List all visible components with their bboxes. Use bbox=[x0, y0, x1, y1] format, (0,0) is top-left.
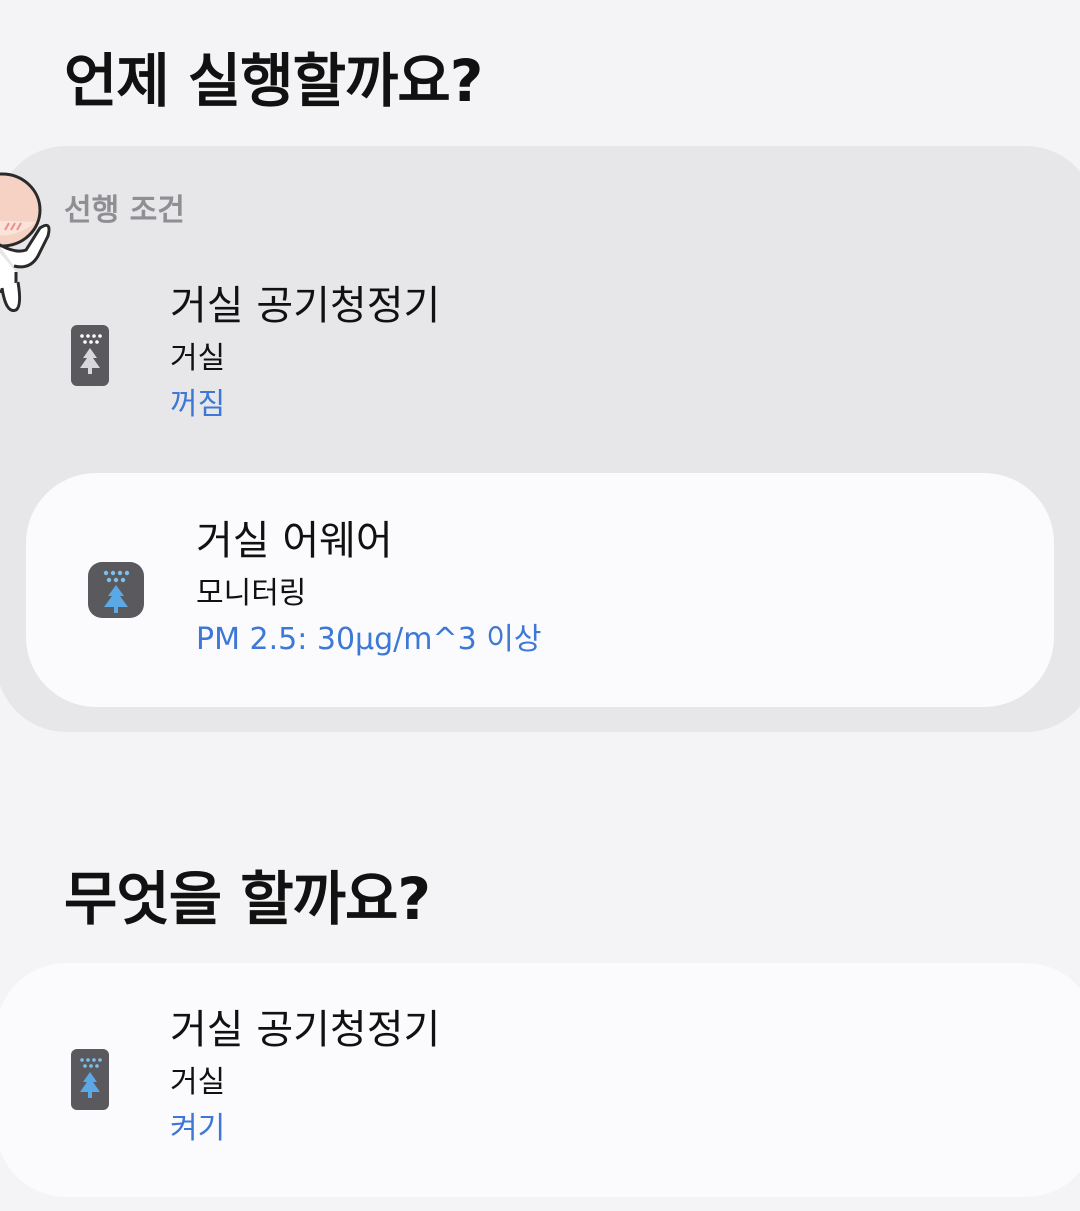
air-monitor-icon bbox=[87, 561, 145, 623]
trigger-device-row: 거실 어웨어 모니터링 PM 2.5: 30µg/m^3 이상 bbox=[196, 521, 541, 655]
precondition-label: 선행 조건 bbox=[64, 193, 185, 228]
precondition-device-name: 거실 공기청정기 bbox=[170, 283, 441, 329]
action-device-room: 거실 bbox=[170, 1065, 226, 1100]
precondition-device-row[interactable]: 거실 공기청정기 거실 꺼짐 bbox=[170, 286, 440, 420]
precondition-device-state: 꺼짐 bbox=[170, 387, 226, 422]
character-sticker-icon bbox=[0, 160, 60, 324]
action-device-card[interactable] bbox=[0, 963, 1080, 1197]
trigger-device-name: 거실 어웨어 bbox=[196, 518, 393, 564]
when-section-title: 언제 실행할까요? bbox=[64, 47, 483, 115]
action-device-name: 거실 공기청정기 bbox=[170, 1007, 441, 1053]
action-device-row: 거실 공기청정기 거실 켜기 bbox=[170, 1010, 440, 1144]
action-device-state: 켜기 bbox=[170, 1111, 226, 1146]
trigger-device-room: 모니터링 bbox=[196, 576, 307, 611]
air-purifier-icon bbox=[70, 1048, 110, 1115]
trigger-device-state: PM 2.5: 30µg/m^3 이상 bbox=[196, 622, 542, 657]
air-purifier-icon bbox=[70, 324, 110, 391]
precondition-device-room: 거실 bbox=[170, 341, 226, 376]
what-section-title: 무엇을 할까요? bbox=[64, 865, 431, 933]
